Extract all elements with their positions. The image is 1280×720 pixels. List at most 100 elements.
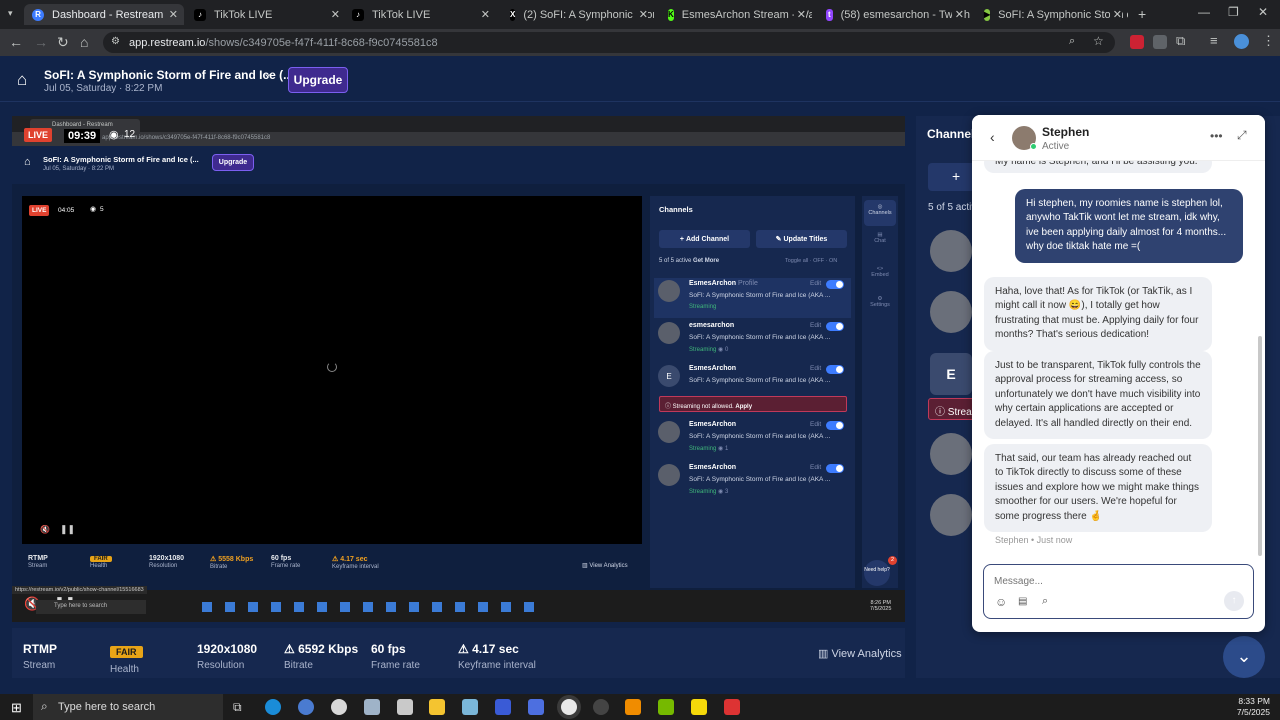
close-icon[interactable]: ✕ — [169, 8, 178, 21]
close-icon[interactable]: ✕ — [481, 8, 490, 21]
channel-status: Streaming ◉ 1 — [689, 446, 729, 452]
home-button[interactable]: ⌂ — [80, 34, 88, 50]
tab-tiktok-1[interactable]: ♪ TikTok LIVE ✕ — [186, 4, 346, 25]
app-icon[interactable] — [298, 699, 314, 715]
url-field[interactable]: ⚙ app.restream.io/shows/c349705e-f47f-41… — [103, 32, 1115, 53]
view-analytics-button[interactable]: ▥ View Analytics — [818, 647, 902, 660]
taskbar-clock[interactable]: 8:33 PM 7/5/2025 — [1200, 696, 1270, 718]
puzzle-icon[interactable]: ⧉ — [1176, 33, 1185, 49]
message-input[interactable] — [994, 573, 1234, 589]
off-text: OFF — [813, 258, 825, 264]
channel-title: SoFI: A Symphonic Storm of Fire and Ice … — [689, 433, 831, 440]
toggle-all-text: Toggle all — [785, 258, 809, 264]
windows-start-icon[interactable]: ⊞ — [11, 700, 22, 716]
attachment-icon[interactable]: ⌕ — [1042, 595, 1048, 608]
vlc-icon[interactable] — [625, 699, 641, 715]
profile-avatar[interactable] — [1234, 34, 1249, 49]
chevron-left-icon[interactable]: ‹ — [990, 129, 995, 145]
channel-avatar-x[interactable] — [930, 494, 972, 536]
site-info-icon[interactable]: ⚙ — [111, 36, 120, 47]
back-button[interactable]: ← — [9, 34, 23, 50]
tab-search-icon[interactable]: ▾ — [8, 8, 13, 19]
extension-icon[interactable] — [1153, 35, 1167, 49]
url-path: /shows/c349705e-f47f-411f-8c68-f9c074558… — [205, 36, 438, 49]
chevron-down-icon[interactable]: ⌄ — [263, 67, 272, 80]
app-icon[interactable] — [364, 699, 380, 715]
chat-toggle-button[interactable]: ⌄ — [1223, 636, 1265, 678]
channel-title: SoFI: A Symphonic Storm of Fire and Ice … — [689, 377, 831, 384]
restore-button[interactable]: ❐ — [1228, 5, 1239, 19]
tab-kick[interactable]: K EsmesArchon Stream - Watch L ✕ — [660, 4, 812, 25]
tab-dashboard[interactable]: R Dashboard - Restream ✕ — [24, 4, 184, 25]
new-tab-button[interactable]: + — [1138, 6, 1146, 22]
nested-taskbar: https://restream.io/v2/public/show-chann… — [12, 586, 905, 622]
forward-button[interactable]: → — [34, 34, 48, 50]
close-icon[interactable]: ✕ — [635, 8, 648, 21]
media-icon[interactable]: ≡ — [1210, 33, 1218, 48]
stat-label: Bitrate — [210, 564, 228, 570]
bookmark-star-icon[interactable]: ☆ — [1093, 34, 1104, 48]
close-icon[interactable]: ✕ — [951, 8, 964, 21]
sticky-notes-icon[interactable] — [691, 699, 707, 715]
add-channel-label: Add Channel — [685, 235, 730, 243]
taskbar-search[interactable]: ⌕ Type here to search — [33, 694, 223, 720]
update-titles-label: Update Titles — [783, 235, 828, 243]
send-button[interactable]: ↑ — [1224, 591, 1244, 611]
home-icon[interactable]: ⌂ — [17, 70, 27, 90]
reload-button[interactable]: ↻ — [57, 34, 69, 51]
channel-status: Streaming ◉ 3 — [689, 489, 729, 495]
tab-tiktok-2[interactable]: ♪ TikTok LIVE ✕ — [344, 4, 496, 25]
channel-viewers: 3 — [724, 489, 729, 495]
app-icon[interactable] — [495, 699, 511, 715]
emoji-icon[interactable]: ☺ — [995, 595, 1007, 609]
edge-icon[interactable] — [265, 699, 281, 715]
chat-scrollbar[interactable] — [1258, 336, 1262, 556]
nested-app-icons — [202, 602, 542, 612]
channel-avatar-e[interactable]: E — [930, 353, 972, 395]
stat-value: RTMP — [23, 642, 57, 656]
eye-icon: ◉ — [109, 129, 119, 141]
tab-x[interactable]: X (2) SoFI: A Symphonic Storm of ✕ — [502, 4, 654, 25]
nested-channel-row: EsmesArchon SoFI: A Symphonic Storm of F… — [658, 462, 848, 502]
channel-avatar-kick[interactable] — [930, 433, 972, 475]
browser-tab-bar: ▾ R Dashboard - Restream ✕ ♪ TikTok LIVE… — [0, 0, 1280, 29]
channel-avatar-twitch[interactable] — [930, 291, 972, 333]
chat-header: ‹ Stephen Active ••• ⤢ — [972, 115, 1265, 161]
nested-active-count: 5 of 5 active Get More — [659, 258, 719, 264]
expand-icon[interactable]: ⤢ — [1237, 128, 1247, 143]
channel-toggle — [826, 464, 844, 473]
close-window-button[interactable]: ✕ — [1258, 5, 1268, 19]
close-icon[interactable]: ✕ — [331, 8, 340, 21]
chrome-icon[interactable] — [561, 699, 577, 715]
channel-title: SoFI: A Symphonic Storm of Fire and Ice … — [689, 292, 831, 299]
stat-value: 5558 Kbps — [218, 556, 254, 563]
app-icon[interactable] — [724, 699, 740, 715]
app-icon[interactable] — [331, 699, 347, 715]
store-icon[interactable] — [397, 699, 413, 715]
kick-icon: K — [668, 8, 674, 21]
extension-record-icon[interactable] — [1130, 35, 1144, 49]
nested-channels-panel: Channels + Add Channel ✎ Update Titles 5… — [650, 196, 855, 588]
app-icon[interactable] — [462, 699, 478, 715]
menu-icon[interactable]: ⋮ — [1262, 33, 1275, 49]
minimize-button[interactable]: — — [1198, 5, 1210, 19]
obs-icon[interactable] — [593, 699, 609, 715]
channel-name: EsmesArchon Profile — [689, 280, 758, 287]
nvidia-icon[interactable] — [658, 699, 674, 715]
message-composer: ☺ ▤ ⌕ ↑ — [983, 564, 1254, 619]
close-icon[interactable]: ✕ — [793, 8, 806, 21]
tab-rumble[interactable]: ▶ SoFI: A Symphonic Storm of Fi ✕ — [976, 4, 1128, 25]
app-icon[interactable] — [528, 699, 544, 715]
close-icon[interactable]: ✕ — [1109, 8, 1122, 21]
tab-twitch[interactable]: t (58) esmesarchon - Twitch ✕ — [818, 4, 970, 25]
zoom-icon[interactable]: ⌕ — [1069, 35, 1075, 48]
show-title[interactable]: SoFI: A Symphonic Storm of Fire and Ice … — [44, 68, 293, 82]
tab-label: EsmesArchon Stream - Watch L — [681, 8, 812, 21]
channel-avatar-tiktok[interactable] — [930, 230, 972, 272]
app-header: ⌂ SoFI: A Symphonic Storm of Fire and Ic… — [0, 56, 1280, 102]
gif-icon[interactable]: ▤ — [1018, 596, 1027, 607]
more-options-icon[interactable]: ••• — [1210, 129, 1223, 143]
file-explorer-icon[interactable] — [429, 699, 445, 715]
task-view-icon[interactable]: ⧉ — [233, 700, 242, 715]
upgrade-button[interactable]: Upgrade — [288, 67, 348, 93]
